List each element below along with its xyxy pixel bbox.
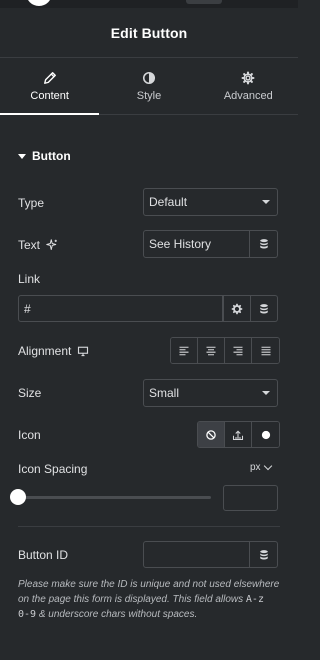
upload-icon xyxy=(232,430,244,440)
pencil-icon xyxy=(43,71,56,84)
database-icon xyxy=(259,239,268,249)
link-options-button[interactable] xyxy=(223,295,251,322)
icon-spacing-label: Icon Spacing xyxy=(18,462,88,476)
tab-content[interactable]: Content xyxy=(0,58,100,115)
text-label-row: Text xyxy=(18,238,58,252)
icon-upload-button[interactable] xyxy=(225,422,252,447)
link-input-value: # xyxy=(24,301,31,316)
align-left-button[interactable] xyxy=(171,338,198,363)
controls-panel: Button Type Default Text See History Lin… xyxy=(0,116,298,660)
logo xyxy=(26,0,52,6)
icon-label: Icon xyxy=(18,428,41,442)
ai-sparkle-icon[interactable] xyxy=(46,239,58,251)
top-bar xyxy=(0,0,298,8)
type-value: Default xyxy=(149,195,188,209)
help-text-part: & underscore chars without spaces. xyxy=(38,609,198,620)
link-input[interactable]: # xyxy=(18,295,223,322)
align-center-icon xyxy=(206,346,216,355)
circle-icon xyxy=(261,430,270,439)
desktop-icon[interactable] xyxy=(77,345,89,357)
tab-label: Content xyxy=(30,89,69,102)
toolbar-pill[interactable] xyxy=(186,0,222,4)
chevron-down-icon xyxy=(262,391,270,395)
align-justify-icon xyxy=(261,346,270,355)
icon-none-button[interactable] xyxy=(198,422,225,447)
panel-header: Edit Button xyxy=(0,8,298,58)
icon-picker-group xyxy=(197,421,280,448)
align-left-icon xyxy=(179,346,189,355)
chevron-down-icon xyxy=(263,461,272,471)
section-toggle-button[interactable]: Button xyxy=(18,149,71,163)
unit-value: px xyxy=(250,462,261,473)
tab-label: Style xyxy=(136,89,162,102)
tab-label: Advanced xyxy=(223,89,273,102)
text-label: Text xyxy=(18,238,41,252)
text-input-value: See History xyxy=(149,237,212,251)
database-icon xyxy=(259,303,268,313)
chevron-down-icon xyxy=(262,200,270,204)
gear-icon xyxy=(231,303,243,314)
align-right-button[interactable] xyxy=(225,338,252,363)
help-text-part: Please make sure the ID is unique and no… xyxy=(18,579,280,605)
link-label: Link xyxy=(18,272,41,286)
type-label: Type xyxy=(18,196,45,210)
tab-advanced[interactable]: Advanced xyxy=(199,58,298,114)
caret-down-icon xyxy=(18,153,26,159)
alignment-label: Alignment xyxy=(18,344,72,358)
alignment-label-row: Alignment xyxy=(18,344,89,358)
size-select[interactable]: Small xyxy=(143,379,278,407)
gear-icon xyxy=(241,71,255,84)
icon-spacing-slider[interactable] xyxy=(18,496,211,499)
alignment-button-group xyxy=(170,337,280,364)
button-id-help-text: Please make sure the ID is unique and no… xyxy=(18,577,282,622)
page-title: Edit Button xyxy=(110,24,188,41)
button-id-input[interactable] xyxy=(143,541,250,568)
slider-handle[interactable] xyxy=(10,489,26,505)
icon-library-button[interactable] xyxy=(252,422,279,447)
button-id-label: Button ID xyxy=(18,548,69,562)
unit-selector[interactable]: px xyxy=(250,461,272,473)
text-dynamic-tags-button[interactable] xyxy=(250,230,278,258)
align-right-icon xyxy=(233,346,243,355)
align-justify-button[interactable] xyxy=(252,338,279,363)
divider xyxy=(18,526,280,527)
tab-style[interactable]: Style xyxy=(99,58,198,114)
section-title: Button xyxy=(32,149,71,163)
align-center-button[interactable] xyxy=(198,338,225,363)
text-input[interactable]: See History xyxy=(143,230,250,258)
icon-spacing-input[interactable] xyxy=(223,485,278,511)
button-id-dynamic-tags-button[interactable] xyxy=(250,541,278,568)
tab-bar: Content Style Advanced xyxy=(0,58,298,115)
database-icon xyxy=(259,549,268,559)
type-select[interactable]: Default xyxy=(143,188,278,216)
half-circle-icon xyxy=(142,71,156,84)
size-value: Small xyxy=(149,386,180,400)
ban-icon xyxy=(206,429,216,440)
link-dynamic-tags-button[interactable] xyxy=(250,295,278,322)
size-label: Size xyxy=(18,386,42,400)
